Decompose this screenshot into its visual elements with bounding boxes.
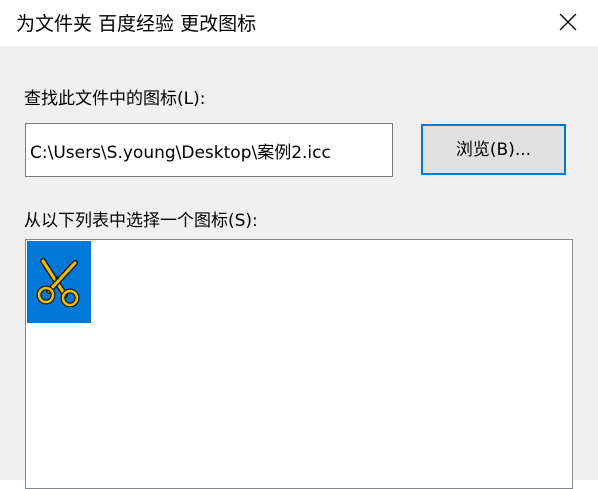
title-bar: 为文件夹 百度经验 更改图标	[0, 0, 598, 46]
browse-button[interactable]: 浏览(B)...	[421, 124, 566, 175]
close-button[interactable]	[544, 0, 590, 46]
find-icons-label: 查找此文件中的图标(L):	[24, 89, 206, 109]
window-title: 为文件夹 百度经验 更改图标	[16, 13, 257, 35]
dialog-body: 查找此文件中的图标(L): 浏览(B)... 从以下列表中选择一个图标(S):	[0, 46, 598, 489]
scissors-icon	[36, 258, 80, 307]
icon-list-item-selected[interactable]	[27, 241, 91, 323]
choose-icon-label: 从以下列表中选择一个图标(S):	[24, 211, 258, 231]
icon-list[interactable]	[25, 239, 573, 489]
file-path-input[interactable]	[25, 123, 393, 177]
close-icon	[559, 13, 577, 31]
